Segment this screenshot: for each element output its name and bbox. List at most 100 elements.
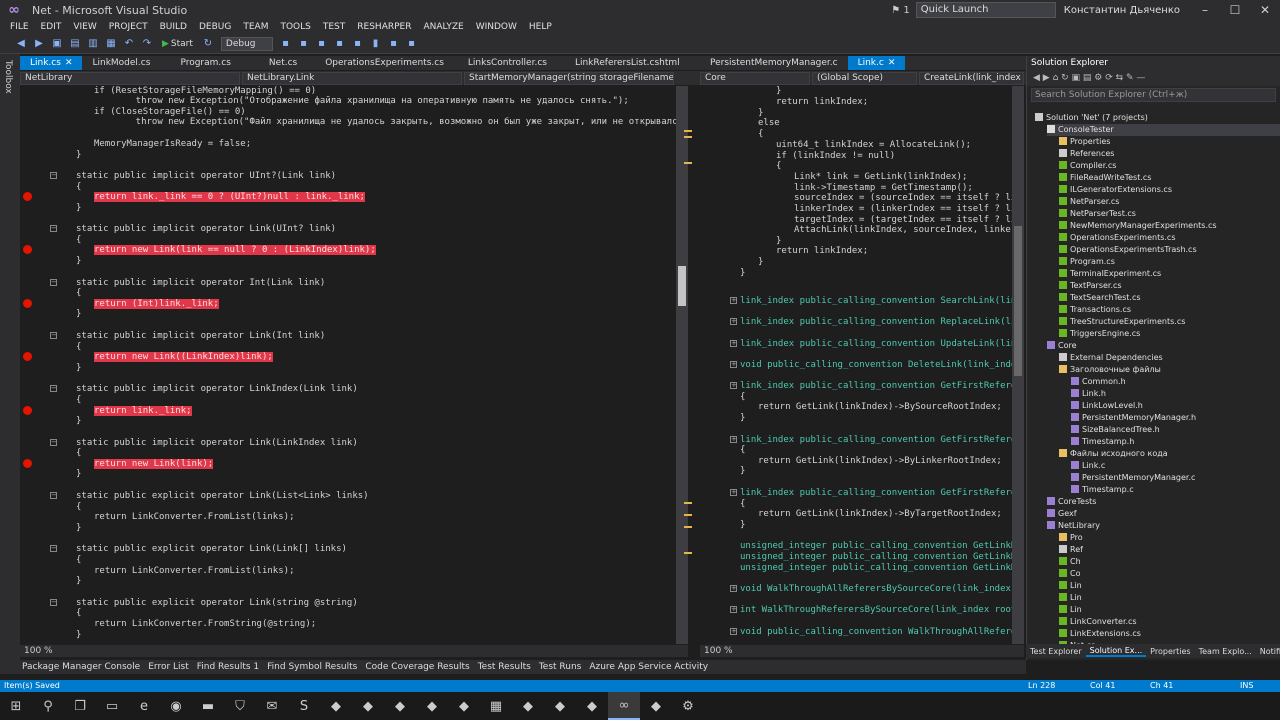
left-vertical-scrollbar[interactable]	[676, 86, 692, 644]
close-button[interactable]: ✕	[1250, 3, 1280, 17]
solution-tree-item[interactable]: NetParser.cs	[1059, 196, 1119, 208]
solution-tree-item[interactable]: References	[1059, 148, 1114, 160]
scope-dropdown[interactable]: (Global Scope)	[812, 71, 917, 85]
tab-test-runs[interactable]: Test Runs	[535, 662, 586, 672]
app-icon[interactable]: ◆	[416, 692, 448, 720]
solution-tree-item[interactable]: Ref	[1059, 544, 1083, 556]
minimize-button[interactable]: –	[1190, 3, 1220, 17]
solution-tree-item[interactable]: Link.h	[1071, 388, 1106, 400]
tab-find-results-1[interactable]: Find Results 1	[193, 662, 263, 672]
store-icon[interactable]: ⛉	[224, 692, 256, 720]
solution-tree-item[interactable]: Lin	[1059, 580, 1082, 592]
app-icon[interactable]: ◆	[352, 692, 384, 720]
breakpoint-icon[interactable]	[23, 406, 32, 415]
outline-collapse-icon[interactable]: −	[50, 172, 57, 179]
folder-icon[interactable]: ▬	[192, 692, 224, 720]
toolbar-icon[interactable]: ▪	[387, 37, 401, 51]
redo-icon[interactable]: ↷	[140, 37, 154, 51]
tab-error-list[interactable]: Error List	[144, 662, 193, 672]
solution-tree-item[interactable]: Lin	[1059, 604, 1082, 616]
toolbar-icon[interactable]: ▪	[333, 37, 347, 51]
tab-code-coverage-results[interactable]: Code Coverage Results	[361, 662, 473, 672]
solution-tree-item[interactable]: SizeBalancedTree.h	[1071, 424, 1160, 436]
outline-collapse-icon[interactable]: −	[50, 545, 57, 552]
quick-launch-input[interactable]: Quick Launch	[915, 2, 1056, 18]
visual-studio-icon[interactable]: ∞	[608, 692, 640, 720]
solution-tree-item[interactable]: NetParserTest.cs	[1059, 208, 1136, 220]
toolbar-icon[interactable]: ▪	[351, 37, 365, 51]
explorer-icon[interactable]: ▭	[96, 692, 128, 720]
right-vertical-scrollbar[interactable]	[1012, 86, 1024, 644]
tab-solution-explorer[interactable]: Solution Ex...	[1085, 646, 1147, 657]
left-code-editor[interactable]: − − − − − − − − − if (ResetStorageFileMemoryMappi…	[20, 86, 688, 644]
menu-analyze[interactable]: ANALYZE	[417, 22, 469, 32]
outline-collapse-icon[interactable]: −	[50, 599, 57, 606]
solution-tree-item[interactable]: ConsoleTester	[1047, 124, 1280, 136]
breakpoint-icon[interactable]	[23, 352, 32, 361]
solution-tree-item[interactable]: OperationsExperimentsTrash.cs	[1059, 244, 1197, 256]
menu-debug[interactable]: DEBUG	[193, 22, 237, 32]
outline-collapse-icon[interactable]: +	[730, 361, 737, 368]
windows-start-icon[interactable]: ⊞	[0, 692, 32, 720]
start-debugging-button[interactable]: ▶ Start	[162, 39, 193, 49]
mail-icon[interactable]: ✉	[256, 692, 288, 720]
zoom-level[interactable]: 100 %	[704, 646, 733, 656]
app-icon[interactable]: ◆	[576, 692, 608, 720]
solution-tree-item[interactable]: TerminalExperiment.cs	[1059, 268, 1161, 280]
menu-team[interactable]: TEAM	[237, 22, 274, 32]
solution-tree-item[interactable]: Link.c	[1071, 460, 1105, 472]
tab-link-cs[interactable]: Link.cs ✕	[20, 56, 83, 70]
skype-icon[interactable]: S	[288, 692, 320, 720]
menu-project[interactable]: PROJECT	[103, 22, 154, 32]
solution-tree-item[interactable]: Pro	[1059, 532, 1083, 544]
solution-tree-item[interactable]: Solution 'Net' (7 projects)	[1035, 112, 1148, 124]
solution-tree-item[interactable]: Файлы исходного кода	[1059, 448, 1168, 460]
solution-tree-item[interactable]: Ch	[1059, 556, 1081, 568]
type-dropdown[interactable]: NetLibrary.Link	[242, 71, 462, 85]
solution-tree-item[interactable]: NetLibrary	[1047, 520, 1100, 532]
toolbar-icon[interactable]: ▪	[279, 37, 293, 51]
tab-linkreferserslist-cshtml[interactable]: LinkReferersList.cshtml	[561, 56, 694, 70]
tab-persistentmemorymanager-c[interactable]: PersistentMemoryManager.c	[700, 56, 848, 70]
menu-build[interactable]: BUILD	[154, 22, 193, 32]
menu-file[interactable]: FILE	[4, 22, 35, 32]
solution-tree-item[interactable]: PersistentMemoryManager.h	[1071, 412, 1196, 424]
bookmark-icon[interactable]: ▮	[369, 37, 383, 51]
edge-icon[interactable]: e	[128, 692, 160, 720]
solution-tree-item[interactable]: TextParser.cs	[1059, 280, 1122, 292]
tab-properties[interactable]: Properties	[1146, 647, 1194, 656]
tab-team-explorer[interactable]: Team Explo...	[1195, 647, 1256, 656]
solution-tree-item[interactable]: LinkLowLevel.h	[1071, 400, 1143, 412]
solution-tree-item[interactable]: Co	[1059, 568, 1080, 580]
user-name[interactable]: Константин Дьяченко	[1064, 5, 1180, 16]
outline-collapse-icon[interactable]: +	[730, 340, 737, 347]
save-all-icon[interactable]: ▦	[104, 37, 118, 51]
search-icon[interactable]: ⚲	[32, 692, 64, 720]
zoom-level[interactable]: 100 %	[24, 646, 53, 656]
undo-icon[interactable]: ↶	[122, 37, 136, 51]
close-tab-icon[interactable]: ✕	[888, 58, 896, 68]
task-view-icon[interactable]: ❐	[64, 692, 96, 720]
tab-azure-app-service-activity[interactable]: Azure App Service Activity	[585, 662, 712, 672]
refresh-icon[interactable]: ↻	[201, 37, 215, 51]
solution-tree-item[interactable]: TreeStructureExperiments.cs	[1059, 316, 1185, 328]
tab-program-cs[interactable]: Program.cs	[160, 56, 250, 70]
solution-tree-item[interactable]: Common.h	[1071, 376, 1126, 388]
menu-help[interactable]: HELP	[523, 22, 558, 32]
solution-tree-item[interactable]: OperationsExperiments.cs	[1059, 232, 1175, 244]
tab-test-results[interactable]: Test Results	[474, 662, 535, 672]
app-icon[interactable]: ◆	[512, 692, 544, 720]
tab-notifications[interactable]: Notifications	[1256, 647, 1280, 656]
outline-collapse-icon[interactable]: −	[50, 385, 57, 392]
solution-tree-item[interactable]: Program.cs	[1059, 256, 1115, 268]
solution-tree-item[interactable]: Timestamp.h	[1071, 436, 1134, 448]
solution-tree-item[interactable]: Transactions.cs	[1059, 304, 1131, 316]
save-icon[interactable]: ▥	[86, 37, 100, 51]
app-icon[interactable]: ◆	[640, 692, 672, 720]
menu-view[interactable]: VIEW	[67, 22, 102, 32]
outline-collapse-icon[interactable]: +	[730, 382, 737, 389]
outline-collapse-icon[interactable]: +	[730, 318, 737, 325]
open-icon[interactable]: ▤	[68, 37, 82, 51]
maximize-button[interactable]: ☐	[1220, 3, 1250, 17]
menu-test[interactable]: TEST	[317, 22, 351, 32]
